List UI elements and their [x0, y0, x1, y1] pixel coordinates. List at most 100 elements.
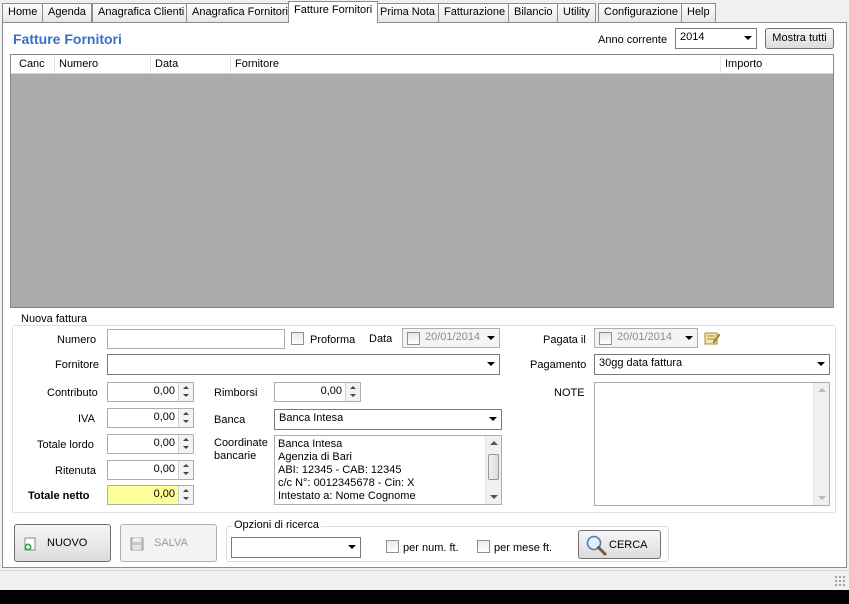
- nuovo-label: NUOVO: [47, 537, 88, 549]
- coordinate-label: Coordinate: [214, 437, 268, 449]
- tab-prima-nota[interactable]: Prima Nota: [374, 3, 442, 22]
- rimborsi-input[interactable]: 0,00: [274, 382, 361, 402]
- show-all-button[interactable]: Mostra tutti: [765, 28, 834, 49]
- note-textarea[interactable]: [594, 382, 830, 506]
- window-bottom-edge: [0, 590, 849, 604]
- note-scrollbar[interactable]: [813, 383, 829, 505]
- pagata-enable-checkbox[interactable]: [599, 332, 612, 345]
- new-invoice-group-label: Nuova fattura: [19, 313, 90, 325]
- totale-netto-value: 0,00: [153, 488, 175, 500]
- banca-select[interactable]: Banca Intesa: [274, 409, 502, 430]
- proforma-label: Proforma: [310, 334, 356, 346]
- year-label: Anno corrente: [598, 34, 668, 46]
- numero-input[interactable]: [107, 329, 285, 349]
- iva-input[interactable]: 0,00: [107, 408, 194, 428]
- banca-value: Banca Intesa: [279, 412, 344, 424]
- tab-strip: Home Agenda Anagrafica Clienti Anagrafic…: [0, 0, 849, 23]
- proforma-checkbox[interactable]: [291, 332, 304, 345]
- pagata-label: Pagata il: [543, 334, 586, 346]
- spin-arrows-icon[interactable]: [345, 383, 360, 401]
- tab-fatturazione[interactable]: Fatturazione: [438, 3, 512, 22]
- data-enable-checkbox[interactable]: [407, 332, 420, 345]
- data-datepicker[interactable]: 20/01/2014: [402, 328, 500, 348]
- spin-arrows-icon[interactable]: [178, 383, 193, 401]
- chevron-down-icon: [487, 336, 495, 340]
- tab-help[interactable]: Help: [681, 3, 716, 22]
- spin-arrows-icon[interactable]: [178, 409, 193, 427]
- pagamento-label: Pagamento: [530, 359, 587, 371]
- coordinate-line: Banca Intesa: [278, 438, 343, 450]
- coordinate-textarea[interactable]: Banca Intesa Agenzia di Bari ABI: 12345 …: [274, 435, 502, 505]
- spin-arrows-icon[interactable]: [178, 435, 193, 453]
- tab-anagrafica-fornitori[interactable]: Anagrafica Fornitori: [186, 3, 294, 22]
- invoice-grid[interactable]: Canc Numero Data Fornitore Importo: [10, 54, 834, 308]
- tab-label: Help: [687, 6, 710, 18]
- column-header-importo[interactable]: Importo: [721, 55, 833, 74]
- per-num-label: per num. ft.: [403, 542, 459, 554]
- column-header-fornitore[interactable]: Fornitore: [231, 55, 721, 74]
- coordinate-scrollbar[interactable]: [485, 436, 501, 504]
- chevron-down-icon: [685, 336, 693, 340]
- magnifier-icon: [585, 534, 607, 556]
- totale-lordo-label: Totale lordo: [37, 439, 94, 451]
- data-value: 20/01/2014: [425, 331, 481, 343]
- column-header-canc[interactable]: Canc: [15, 55, 55, 74]
- tab-home[interactable]: Home: [2, 3, 44, 22]
- search-select[interactable]: [231, 537, 361, 558]
- rimborsi-value: 0,00: [320, 385, 342, 397]
- ritenuta-label: Ritenuta: [55, 465, 96, 477]
- pagamento-select[interactable]: 30gg data fattura: [594, 354, 830, 375]
- totale-lordo-input[interactable]: 0,00: [107, 434, 194, 454]
- data-label: Data: [369, 333, 393, 345]
- salva-button[interactable]: SALVA: [120, 524, 217, 562]
- per-mese-label: per mese ft.: [494, 542, 553, 554]
- nuovo-button[interactable]: NUOVO: [14, 524, 111, 562]
- spin-arrows-icon[interactable]: [178, 486, 193, 504]
- iva-label: IVA: [78, 413, 95, 425]
- chevron-down-icon: [348, 545, 356, 549]
- pagata-value: 20/01/2014: [617, 331, 673, 343]
- tab-bilancio[interactable]: Bilancio: [508, 3, 559, 22]
- tab-configurazione[interactable]: Configurazione: [598, 3, 684, 22]
- scroll-down-icon[interactable]: [818, 496, 826, 500]
- grid-header: Canc Numero Data Fornitore Importo: [11, 55, 833, 74]
- bancarie-label: bancarie: [214, 450, 257, 462]
- per-mese-checkbox[interactable]: [477, 540, 490, 553]
- numero-label: Numero: [57, 334, 97, 346]
- fornitore-select[interactable]: [107, 354, 500, 375]
- tab-utility[interactable]: Utility: [557, 3, 596, 22]
- totale-netto-input[interactable]: 0,00: [107, 485, 194, 505]
- tab-label: Configurazione: [604, 6, 678, 18]
- scroll-up-icon[interactable]: [490, 441, 498, 445]
- tab-label: Anagrafica Fornitori: [192, 6, 288, 18]
- banca-label: Banca: [214, 414, 246, 426]
- rimborsi-label: Rimborsi: [214, 387, 258, 399]
- chevron-down-icon: [817, 362, 825, 366]
- spin-arrows-icon[interactable]: [178, 461, 193, 479]
- tab-fatture-fornitori[interactable]: Fatture Fornitori: [288, 1, 379, 23]
- fornitore-label: Fornitore: [55, 359, 100, 371]
- column-header-data[interactable]: Data: [151, 55, 231, 74]
- cerca-button[interactable]: CERCA: [578, 530, 661, 559]
- resize-grip-icon[interactable]: [834, 575, 846, 587]
- tab-agenda[interactable]: Agenda: [42, 3, 92, 22]
- per-num-checkbox[interactable]: [386, 540, 399, 553]
- tab-label: Bilancio: [514, 6, 553, 18]
- contributo-label: Contributo: [47, 387, 98, 399]
- year-select[interactable]: 2014: [675, 28, 757, 49]
- scroll-down-icon[interactable]: [490, 495, 498, 499]
- cerca-label: CERCA: [609, 539, 648, 551]
- tab-label: Utility: [563, 6, 590, 18]
- contributo-input[interactable]: 0,00: [107, 382, 194, 402]
- pagata-datepicker[interactable]: 20/01/2014: [594, 328, 698, 348]
- coordinate-line: Intestato a: Nome Cognome: [278, 490, 416, 502]
- iva-value: 0,00: [153, 411, 175, 423]
- scroll-up-icon[interactable]: [818, 388, 826, 392]
- scroll-thumb[interactable]: [488, 454, 499, 480]
- tab-anagrafica-clienti[interactable]: Anagrafica Clienti: [92, 3, 191, 22]
- column-header-numero[interactable]: Numero: [55, 55, 151, 74]
- ritenuta-input[interactable]: 0,00: [107, 460, 194, 480]
- tab-panel: Fatture Fornitori Anno corrente 2014 Mos…: [2, 22, 847, 568]
- save-icon: [130, 537, 144, 551]
- edit-note-icon[interactable]: [704, 330, 721, 346]
